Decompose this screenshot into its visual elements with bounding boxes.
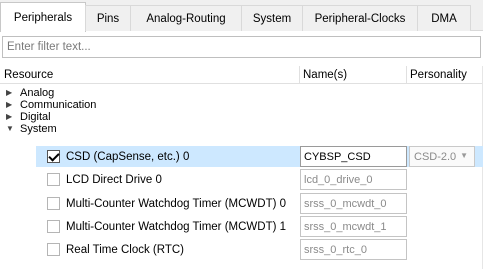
- tab-system[interactable]: System: [241, 5, 303, 31]
- column-header-label: Personality: [410, 68, 467, 81]
- tree-item-label: Communication: [20, 99, 97, 111]
- filter-box: [2, 36, 481, 58]
- tab-label: DMA: [431, 12, 457, 25]
- expand-arrow-icon[interactable]: ▶: [6, 112, 16, 122]
- name-field-rtc[interactable]: srss_0_rtc_0: [300, 239, 407, 260]
- tree-item-digital[interactable]: ▶ Digital: [0, 111, 483, 123]
- resource-label: Real Time Clock (RTC): [66, 244, 184, 256]
- tab-peripherals[interactable]: Peripherals: [0, 2, 86, 32]
- tab-label: System: [252, 12, 292, 25]
- checkbox-lcd[interactable]: [47, 173, 60, 186]
- column-header-resource[interactable]: Resource: [0, 66, 300, 84]
- name-field-mcwdt-0[interactable]: srss_0_mcwdt_0: [300, 193, 407, 214]
- tree-item-system[interactable]: ▼ System: [0, 123, 483, 135]
- column-header-label: Resource: [4, 68, 54, 81]
- name-value: CYBSP_CSD: [304, 150, 371, 163]
- resource-label: CSD (CapSense, etc.) 0: [66, 151, 190, 163]
- name-value: srss_0_rtc_0: [304, 243, 367, 256]
- tab-bar: Peripherals Pins Analog-Routing System P…: [0, 0, 483, 32]
- name-value: lcd_0_drive_0: [304, 173, 373, 186]
- dropdown-arrow-icon[interactable]: ▼: [460, 151, 468, 160]
- collapse-arrow-icon[interactable]: ▼: [6, 124, 16, 134]
- personality-select-csd[interactable]: CSD-2.0 ▼: [409, 146, 475, 167]
- tab-dma[interactable]: DMA: [417, 5, 471, 31]
- resource-label: Multi-Counter Watchdog Timer (MCWDT) 1: [66, 221, 287, 233]
- tab-label: Pins: [96, 12, 120, 25]
- resource-row-rtc[interactable]: Real Time Clock (RTC): [0, 239, 483, 260]
- checkbox-mcwdt-1[interactable]: [47, 220, 60, 233]
- resource-label: LCD Direct Drive 0: [66, 174, 162, 186]
- column-header-label: Name(s): [303, 68, 348, 81]
- resource-row-lcd[interactable]: LCD Direct Drive 0: [0, 169, 483, 190]
- tree-item-label: System: [20, 123, 57, 135]
- resource-row-mcwdt-0[interactable]: Multi-Counter Watchdog Timer (MCWDT) 0: [0, 193, 483, 214]
- tab-peripheral-clocks[interactable]: Peripheral-Clocks: [302, 5, 418, 31]
- expand-arrow-icon[interactable]: ▶: [6, 100, 16, 110]
- tab-pins[interactable]: Pins: [85, 5, 131, 31]
- filter-input[interactable]: [3, 37, 480, 57]
- checkbox-rtc[interactable]: [47, 243, 60, 256]
- expand-arrow-icon[interactable]: ▶: [6, 88, 16, 98]
- checkbox-mcwdt-0[interactable]: [47, 197, 60, 210]
- tab-label: Peripheral-Clocks: [314, 12, 406, 25]
- tree-item-analog[interactable]: ▶ Analog: [0, 87, 483, 99]
- tree-item-label: Digital: [20, 111, 51, 123]
- tree-item-communication[interactable]: ▶ Communication: [0, 99, 483, 111]
- resource-label: Multi-Counter Watchdog Timer (MCWDT) 0: [66, 198, 287, 210]
- resource-row-mcwdt-1[interactable]: Multi-Counter Watchdog Timer (MCWDT) 1: [0, 216, 483, 237]
- tab-label: Peripherals: [13, 11, 73, 24]
- column-header-names[interactable]: Name(s): [300, 66, 407, 84]
- name-value: srss_0_mcwdt_0: [304, 197, 387, 210]
- name-field-lcd[interactable]: lcd_0_drive_0: [300, 169, 407, 190]
- tab-label: Analog-Routing: [146, 12, 226, 25]
- column-header-personality[interactable]: Personality: [407, 66, 483, 84]
- name-value: srss_0_mcwdt_1: [304, 220, 387, 233]
- tree-item-label: Analog: [20, 87, 55, 99]
- personality-value: CSD-2.0: [414, 150, 457, 163]
- name-field-csd[interactable]: CYBSP_CSD: [300, 146, 407, 167]
- tab-analog-routing[interactable]: Analog-Routing: [130, 5, 242, 31]
- checkbox-csd[interactable]: [47, 150, 60, 163]
- name-field-mcwdt-1[interactable]: srss_0_mcwdt_1: [300, 216, 407, 237]
